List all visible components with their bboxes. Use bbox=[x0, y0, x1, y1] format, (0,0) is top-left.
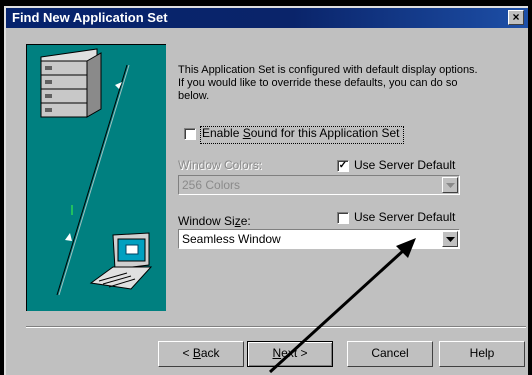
window-size-select[interactable]: Seamless Window bbox=[178, 229, 460, 249]
enable-sound-checkbox[interactable] bbox=[184, 128, 196, 140]
illustration-panel bbox=[26, 44, 166, 311]
screen-background: Find New Application Set × This Applicat… bbox=[0, 0, 532, 375]
window-colors-value: 256 Colors bbox=[182, 178, 241, 192]
cancel-button[interactable]: Cancel bbox=[347, 341, 433, 367]
help-button[interactable]: Help bbox=[439, 341, 525, 367]
dialog-window: Find New Application Set × This Applicat… bbox=[4, 6, 528, 375]
chevron-down-icon bbox=[446, 183, 455, 188]
colors-use-server-default-checkbox[interactable]: ✓ bbox=[337, 160, 349, 172]
focus-rectangle bbox=[200, 126, 404, 144]
next-button[interactable]: Next > bbox=[247, 341, 333, 367]
button-separator bbox=[26, 326, 526, 328]
window-size-value: Seamless Window bbox=[182, 232, 281, 246]
title-bar[interactable]: Find New Application Set × bbox=[6, 8, 528, 28]
window-colors-select[interactable]: 256 Colors bbox=[178, 175, 460, 195]
dialog-title: Find New Application Set bbox=[12, 10, 168, 25]
close-icon: × bbox=[512, 10, 520, 24]
close-button[interactable]: × bbox=[508, 10, 524, 25]
window-size-label: Window Size: bbox=[178, 214, 251, 228]
window-size-dropdown-button[interactable] bbox=[442, 231, 458, 247]
server-stack-icon bbox=[40, 48, 102, 118]
description-text: This Application Set is configured with … bbox=[178, 64, 478, 102]
window-colors-dropdown-button[interactable] bbox=[442, 177, 458, 193]
window-colors-label: Window Colors: bbox=[178, 158, 263, 172]
size-use-server-default-checkbox[interactable] bbox=[337, 212, 349, 224]
colors-use-server-default-label[interactable]: Use Server Default bbox=[354, 158, 455, 172]
network-illustration bbox=[40, 48, 153, 296]
back-button[interactable]: < Back bbox=[158, 341, 244, 367]
size-use-server-default-label[interactable]: Use Server Default bbox=[354, 210, 455, 224]
chevron-down-icon bbox=[446, 237, 455, 242]
laptop-icon bbox=[89, 232, 153, 290]
check-icon: ✓ bbox=[338, 160, 348, 171]
